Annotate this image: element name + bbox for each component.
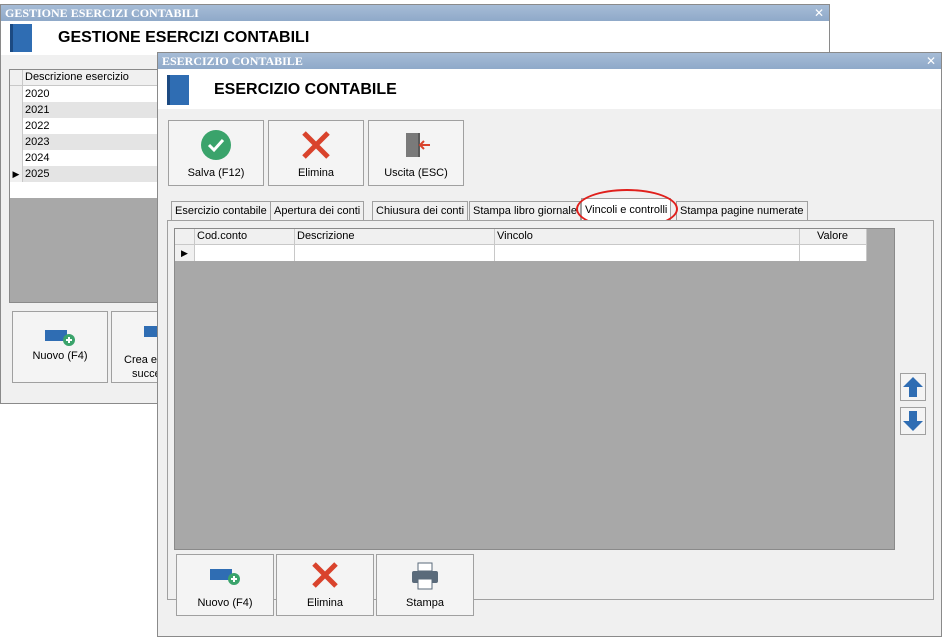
table-row[interactable]: 2024: [10, 150, 162, 166]
table-row[interactable]: 2020: [10, 86, 162, 102]
front-window-header: ESERCIZIO CONTABILE: [158, 69, 941, 109]
elimina-button[interactable]: Elimina: [276, 554, 374, 616]
elimina-label: Elimina: [306, 597, 344, 609]
vincoli-grid[interactable]: Cod.conto Descrizione Vincolo Valore ▶: [174, 228, 895, 550]
close-icon[interactable]: ✕: [814, 5, 824, 21]
tab-label: Chiusura dei conti: [376, 205, 465, 217]
book-icon: [167, 75, 189, 105]
new-record-icon: [45, 330, 75, 346]
tab-apertura-dei-conti[interactable]: Apertura dei conti: [270, 201, 365, 220]
row-pointer-icon: ▶: [181, 248, 188, 258]
row-indicator: [10, 102, 23, 118]
salva-label: Salva (F12): [187, 167, 245, 179]
table-row[interactable]: 2023: [10, 134, 162, 150]
row-descrizione: 2023: [25, 136, 50, 148]
nuovo-label: Nuovo (F4): [197, 597, 253, 609]
move-down-button[interactable]: [900, 407, 926, 435]
elimina-label: Elimina: [297, 167, 335, 179]
salva-button[interactable]: Salva (F12): [168, 120, 264, 186]
nuovo-button[interactable]: Nuovo (F4): [176, 554, 274, 616]
grid-header: Descrizione esercizio: [10, 70, 162, 86]
tab-stampa-pagine-numerate[interactable]: Stampa pagine numerate: [676, 201, 808, 220]
stampa-button[interactable]: Stampa: [376, 554, 474, 616]
tab-esercizio-contabile[interactable]: Esercizio contabile: [171, 201, 271, 220]
printer-icon: [412, 562, 438, 590]
col-descrizione[interactable]: Descrizione: [295, 229, 495, 244]
tab-stampa-libro-giornale[interactable]: Stampa libro giornale: [469, 201, 581, 220]
col-valore[interactable]: Valore: [800, 229, 867, 244]
book-icon: [10, 24, 32, 52]
tab-chiusura-dei-conti[interactable]: Chiusura dei conti: [372, 201, 469, 220]
col-vincolo[interactable]: Vincolo: [495, 229, 800, 244]
row-indicator: [10, 118, 23, 134]
row-indicator: [10, 150, 23, 166]
nuovo-label: Nuovo (F4): [32, 350, 88, 362]
table-row[interactable]: ▶ 2025: [10, 166, 162, 182]
delete-x-icon: [302, 131, 330, 159]
tab-panel: Cod.conto Descrizione Vincolo Valore ▶: [167, 220, 934, 600]
close-icon[interactable]: ✕: [926, 53, 936, 69]
row-descrizione: 2022: [25, 120, 50, 132]
row-indicator: [10, 134, 23, 150]
tab-label: Stampa pagine numerate: [680, 205, 804, 217]
esercizi-grid[interactable]: Descrizione esercizio 2020 2021 2022 2023 20…: [9, 69, 163, 303]
tab-label: Esercizio contabile: [175, 205, 267, 217]
table-row[interactable]: 2022: [10, 118, 162, 134]
move-up-button[interactable]: [900, 373, 926, 401]
tab-label: Apertura dei conti: [274, 205, 361, 217]
front-window-page-title: ESERCIZIO CONTABILE: [214, 81, 397, 98]
back-window-header: GESTIONE ESERCIZI CONTABILI: [1, 21, 829, 55]
arrow-down-icon: [903, 411, 923, 431]
new-record-icon: [210, 569, 240, 585]
elimina-button[interactable]: Elimina: [268, 120, 364, 186]
arrow-up-icon: [903, 377, 923, 397]
front-window: ESERCIZIO CONTABILE ✕ ESERCIZIO CONTABIL…: [157, 52, 942, 637]
table-row[interactable]: 2021: [10, 102, 162, 118]
exit-door-icon: [406, 133, 430, 157]
col-cod-conto[interactable]: Cod.conto: [195, 229, 295, 244]
row-descrizione: 2024: [25, 152, 50, 164]
row-descrizione: 2020: [25, 88, 50, 100]
uscita-label: Uscita (ESC): [384, 167, 448, 179]
delete-x-icon: [312, 562, 338, 588]
nuovo-button[interactable]: Nuovo (F4): [12, 311, 108, 383]
check-icon: [201, 130, 231, 160]
row-descrizione: 2025: [25, 168, 50, 180]
table-row-empty[interactable]: [10, 182, 162, 198]
table-row[interactable]: ▶: [175, 245, 867, 261]
back-window-page-title: GESTIONE ESERCIZI CONTABILI: [58, 29, 310, 46]
front-window-title: ESERCIZIO CONTABILE: [162, 54, 303, 68]
uscita-button[interactable]: Uscita (ESC): [368, 120, 464, 186]
row-indicator: [10, 86, 23, 102]
front-window-titlebar: ESERCIZIO CONTABILE ✕: [158, 53, 941, 69]
back-window-titlebar: GESTIONE ESERCIZI CONTABILI ✕: [1, 5, 829, 21]
row-descrizione: 2021: [25, 104, 50, 116]
stampa-label: Stampa: [406, 597, 444, 609]
row-pointer-icon: ▶: [10, 166, 23, 182]
back-window-title: GESTIONE ESERCIZI CONTABILI: [5, 6, 199, 20]
tab-label: Stampa libro giornale: [473, 205, 577, 217]
grid-header: Cod.conto Descrizione Vincolo Valore: [175, 229, 867, 245]
grid-header-descrizione[interactable]: Descrizione esercizio: [25, 70, 129, 85]
